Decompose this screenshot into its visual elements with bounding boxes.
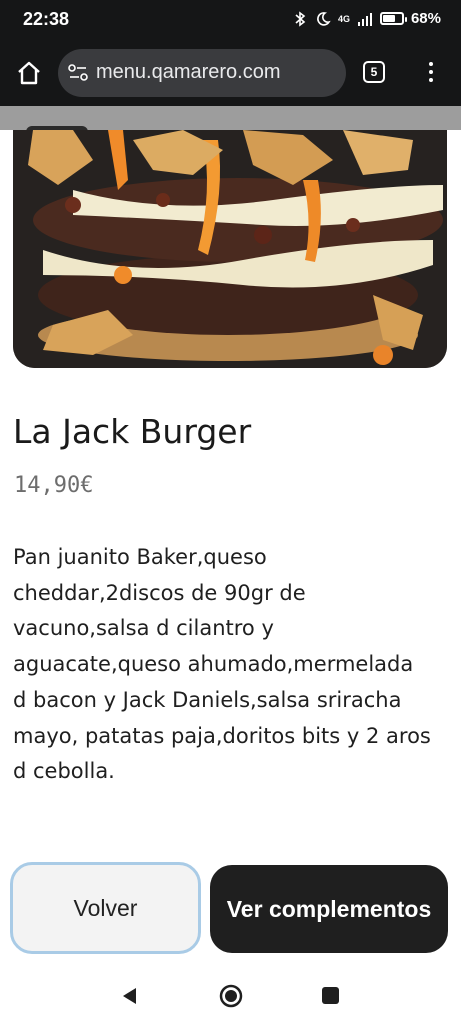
bluetooth-icon [295, 10, 306, 27]
site-settings-icon[interactable] [68, 64, 88, 82]
moon-icon [317, 11, 331, 26]
home-icon[interactable] [16, 60, 42, 86]
back-button-label: Volver [73, 894, 138, 921]
product-title: La Jack Burger [13, 412, 252, 451]
back-button[interactable]: Volver [10, 862, 201, 954]
status-bar: 22:38 4G 68% [0, 0, 461, 42]
signal-icon [357, 12, 372, 26]
view-extras-button-label: Ver complementos [226, 895, 432, 922]
tabs-icon[interactable]: 5 [363, 61, 385, 83]
nav-back-icon[interactable] [120, 986, 138, 1006]
product-price: 14,90€ [14, 473, 94, 498]
tab-count: 5 [370, 65, 378, 79]
battery-icon [379, 12, 407, 25]
browser-toolbar: menu.qamarero.com [0, 42, 461, 106]
product-image [13, 130, 447, 368]
nav-home-icon[interactable] [219, 984, 243, 1008]
status-icons: 4G 68% [292, 10, 441, 27]
address-bar[interactable]: menu.qamarero.com [58, 49, 346, 97]
system-nav-bar [0, 964, 461, 1024]
battery-percent: 68% [410, 10, 441, 27]
more-menu-icon[interactable] [424, 60, 438, 84]
nav-recents-icon[interactable] [322, 987, 339, 1004]
status-time: 22:38 [23, 9, 70, 29]
network-type: 4G [337, 13, 350, 24]
view-extras-button[interactable]: Ver complementos [210, 865, 448, 953]
url-text: menu.qamarero.com [96, 61, 281, 83]
product-description: Pan juanito Baker,queso cheddar,2discos … [13, 545, 431, 784]
